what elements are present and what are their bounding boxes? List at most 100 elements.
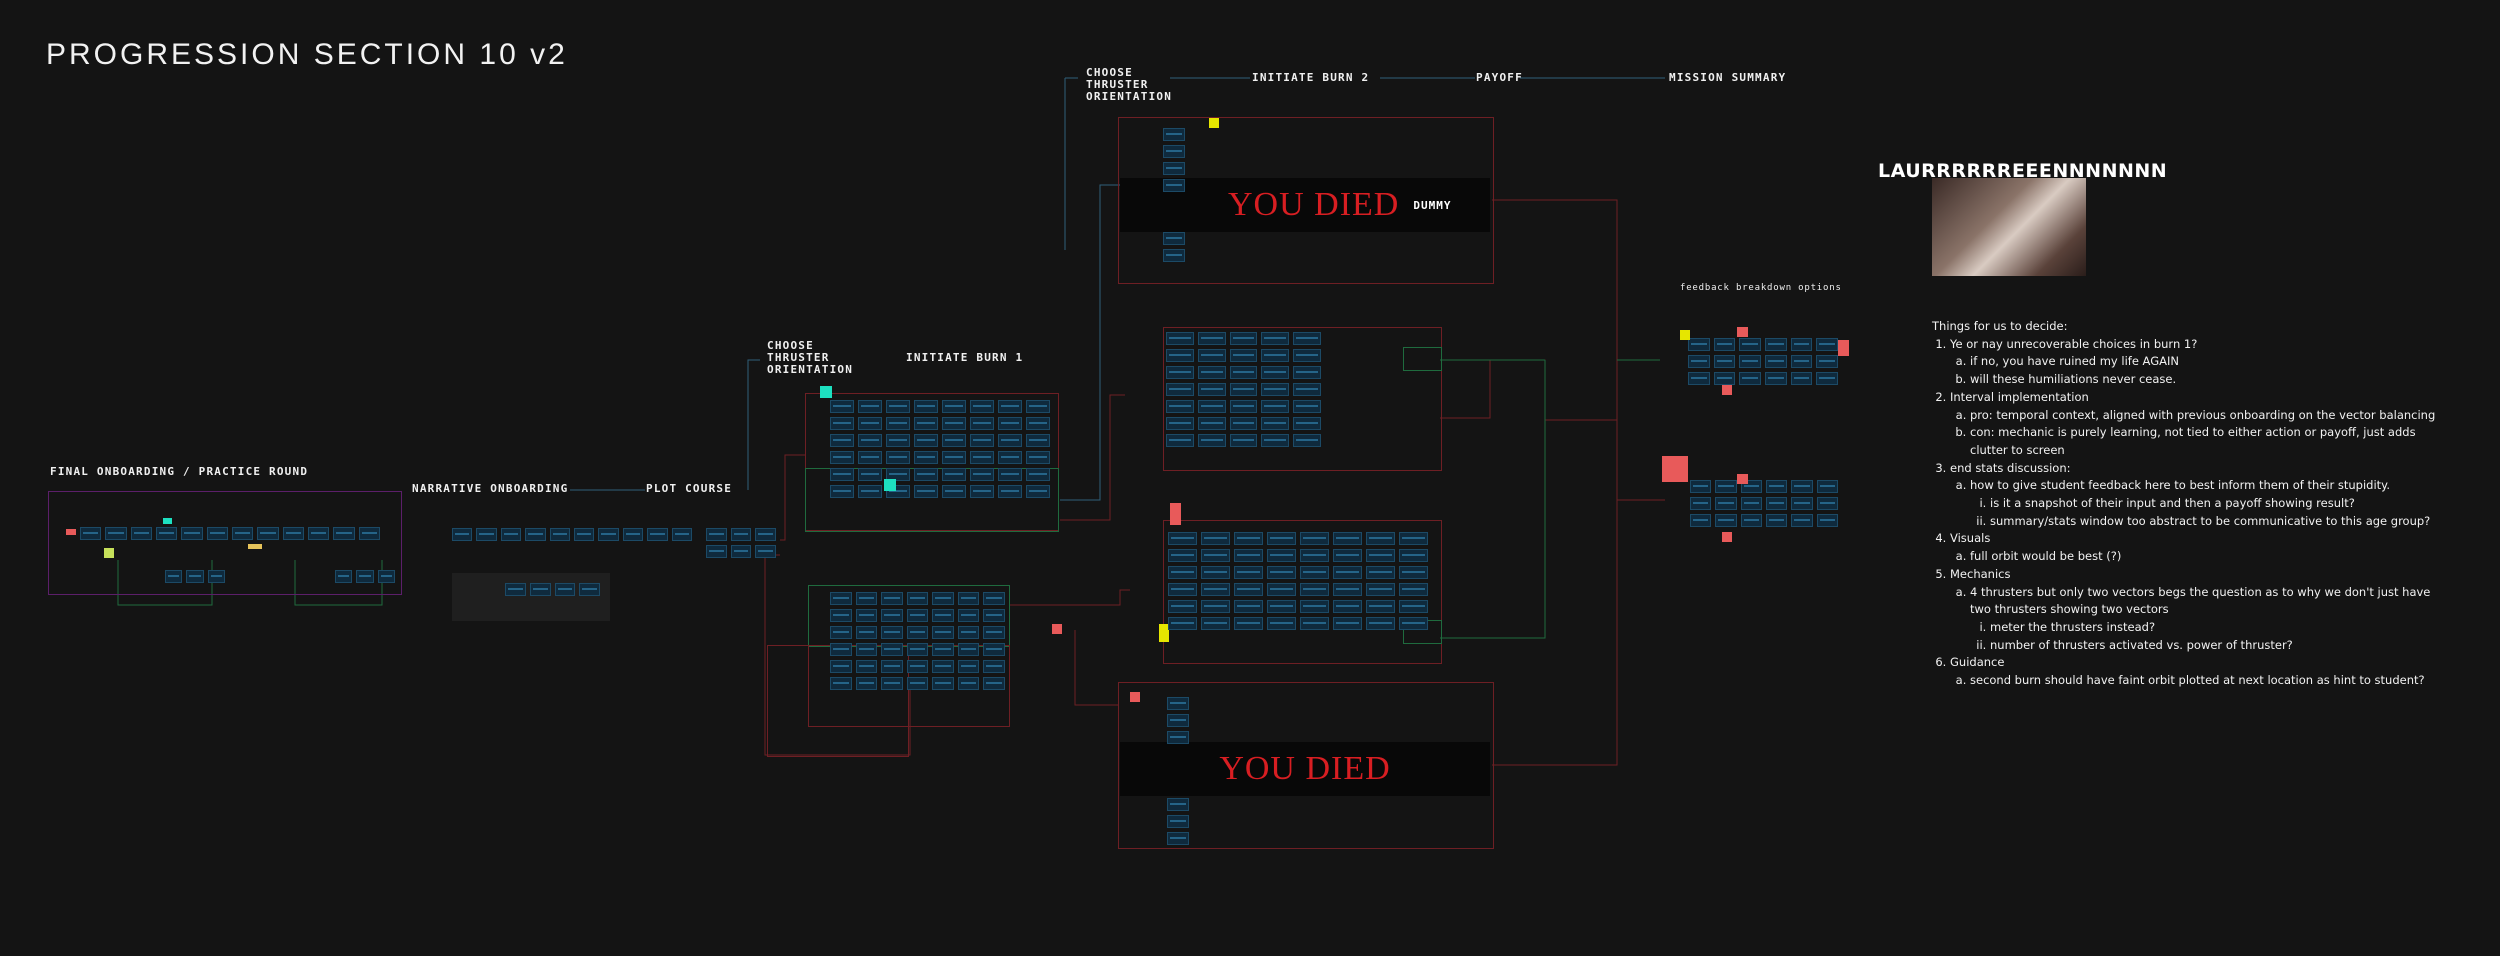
screen-thumbnail[interactable] xyxy=(130,527,152,540)
screen-thumbnail[interactable] xyxy=(1201,549,1230,562)
screen-thumbnail[interactable] xyxy=(1197,366,1226,379)
screen-thumbnail[interactable] xyxy=(914,468,938,481)
screen-thumbnail[interactable] xyxy=(1399,549,1428,562)
screen-thumbnail[interactable] xyxy=(942,451,966,464)
screen-thumbnail[interactable] xyxy=(830,626,852,639)
screen-thumbnail[interactable] xyxy=(932,677,954,690)
screen-thumbnail[interactable] xyxy=(206,527,228,540)
screen-thumbnail[interactable] xyxy=(886,400,910,413)
screen-thumbnail[interactable] xyxy=(970,451,994,464)
screen-thumbnail[interactable] xyxy=(855,592,878,605)
screen-thumbnail[interactable] xyxy=(932,626,954,639)
screen-thumbnail[interactable] xyxy=(1740,514,1762,527)
screen-thumbnail[interactable] xyxy=(1026,400,1050,413)
screen-thumbnail[interactable] xyxy=(1791,514,1813,527)
screen-thumbnail[interactable] xyxy=(1293,383,1321,396)
screen-thumbnail[interactable] xyxy=(932,660,954,673)
screen-thumbnail[interactable] xyxy=(830,485,854,498)
screen-thumbnail[interactable] xyxy=(1261,332,1290,345)
screen-thumbnail[interactable] xyxy=(932,643,954,656)
screen-thumbnail[interactable] xyxy=(886,451,910,464)
screen-thumbnail[interactable] xyxy=(1167,731,1189,744)
screen-thumbnail[interactable] xyxy=(1293,366,1321,379)
screen-thumbnail[interactable] xyxy=(998,400,1022,413)
screen-thumbnail[interactable] xyxy=(942,400,966,413)
screen-thumbnail[interactable] xyxy=(942,485,966,498)
screen-thumbnail[interactable] xyxy=(983,677,1005,690)
screen-thumbnail[interactable] xyxy=(970,417,994,430)
screen-thumbnail[interactable] xyxy=(1201,600,1230,613)
screen-thumbnail[interactable] xyxy=(970,468,994,481)
screen-thumbnail[interactable] xyxy=(1168,566,1197,579)
screen-thumbnail[interactable] xyxy=(1163,232,1185,245)
screen-thumbnail[interactable] xyxy=(1197,332,1226,345)
screen-thumbnail[interactable] xyxy=(1766,497,1788,510)
screen-thumbnail[interactable] xyxy=(906,660,929,673)
screen-thumbnail[interactable] xyxy=(932,609,954,622)
screen-thumbnail[interactable] xyxy=(755,528,776,541)
screen-thumbnail[interactable] xyxy=(1267,617,1296,630)
screen-thumbnail[interactable] xyxy=(1399,583,1428,596)
screen-thumbnail[interactable] xyxy=(1267,532,1296,545)
screen-thumbnail[interactable] xyxy=(1766,480,1788,493)
screen-thumbnail[interactable] xyxy=(1261,434,1290,447)
screen-thumbnail[interactable] xyxy=(1333,566,1362,579)
screen-thumbnail[interactable] xyxy=(1229,332,1258,345)
screen-thumbnail[interactable] xyxy=(1201,617,1230,630)
screen-thumbnail[interactable] xyxy=(942,434,966,447)
screen-thumbnail[interactable] xyxy=(1201,566,1230,579)
screen-thumbnail[interactable] xyxy=(957,609,980,622)
screen-thumbnail[interactable] xyxy=(998,485,1022,498)
screen-thumbnail[interactable] xyxy=(855,660,878,673)
screen-thumbnail[interactable] xyxy=(1739,355,1761,368)
screen-thumbnail[interactable] xyxy=(1300,532,1329,545)
screen-thumbnail[interactable] xyxy=(830,400,854,413)
screen-thumbnail[interactable] xyxy=(1713,355,1736,368)
screen-thumbnail[interactable] xyxy=(957,643,980,656)
screen-thumbnail[interactable] xyxy=(156,527,178,540)
screen-thumbnail[interactable] xyxy=(1234,549,1263,562)
screen-thumbnail[interactable] xyxy=(1688,338,1710,351)
screen-thumbnail[interactable] xyxy=(830,468,854,481)
screen-thumbnail[interactable] xyxy=(983,609,1005,622)
screen-thumbnail[interactable] xyxy=(1300,566,1329,579)
screen-thumbnail[interactable] xyxy=(1790,372,1813,385)
screen-thumbnail[interactable] xyxy=(1300,549,1329,562)
screen-thumbnail[interactable] xyxy=(282,527,304,540)
screen-thumbnail[interactable] xyxy=(1261,349,1290,362)
screen-thumbnail[interactable] xyxy=(730,545,752,558)
screen-thumbnail[interactable] xyxy=(333,527,355,540)
screen-thumbnail[interactable] xyxy=(932,592,954,605)
screen-thumbnail[interactable] xyxy=(1166,332,1194,345)
screen-thumbnail[interactable] xyxy=(957,626,980,639)
screen-thumbnail[interactable] xyxy=(529,583,551,596)
screen-thumbnail[interactable] xyxy=(671,528,692,541)
screen-thumbnail[interactable] xyxy=(1366,566,1395,579)
screen-thumbnail[interactable] xyxy=(1715,480,1737,493)
screen-thumbnail[interactable] xyxy=(906,643,929,656)
screen-thumbnail[interactable] xyxy=(105,527,127,540)
screen-thumbnail[interactable] xyxy=(1168,532,1197,545)
screen-thumbnail[interactable] xyxy=(1166,383,1194,396)
screen-thumbnail[interactable] xyxy=(1713,338,1736,351)
screen-thumbnail[interactable] xyxy=(1197,349,1226,362)
screen-thumbnail[interactable] xyxy=(1201,532,1230,545)
screen-thumbnail[interactable] xyxy=(1166,434,1194,447)
screen-thumbnail[interactable] xyxy=(1764,338,1787,351)
screen-thumbnail[interactable] xyxy=(830,660,852,673)
screen-thumbnail[interactable] xyxy=(855,609,878,622)
screen-thumbnail[interactable] xyxy=(1229,349,1258,362)
screen-thumbnail[interactable] xyxy=(858,468,882,481)
screen-thumbnail[interactable] xyxy=(914,485,938,498)
screen-thumbnail[interactable] xyxy=(1739,372,1761,385)
screen-thumbnail[interactable] xyxy=(855,677,878,690)
screen-thumbnail[interactable] xyxy=(1816,514,1838,527)
screen-thumbnail[interactable] xyxy=(1026,417,1050,430)
screen-thumbnail[interactable] xyxy=(983,643,1005,656)
screen-thumbnail[interactable] xyxy=(1399,600,1428,613)
screen-thumbnail[interactable] xyxy=(957,592,980,605)
screen-thumbnail[interactable] xyxy=(308,527,330,540)
screen-thumbnail[interactable] xyxy=(858,417,882,430)
screen-thumbnail[interactable] xyxy=(232,527,254,540)
screen-thumbnail[interactable] xyxy=(1267,583,1296,596)
